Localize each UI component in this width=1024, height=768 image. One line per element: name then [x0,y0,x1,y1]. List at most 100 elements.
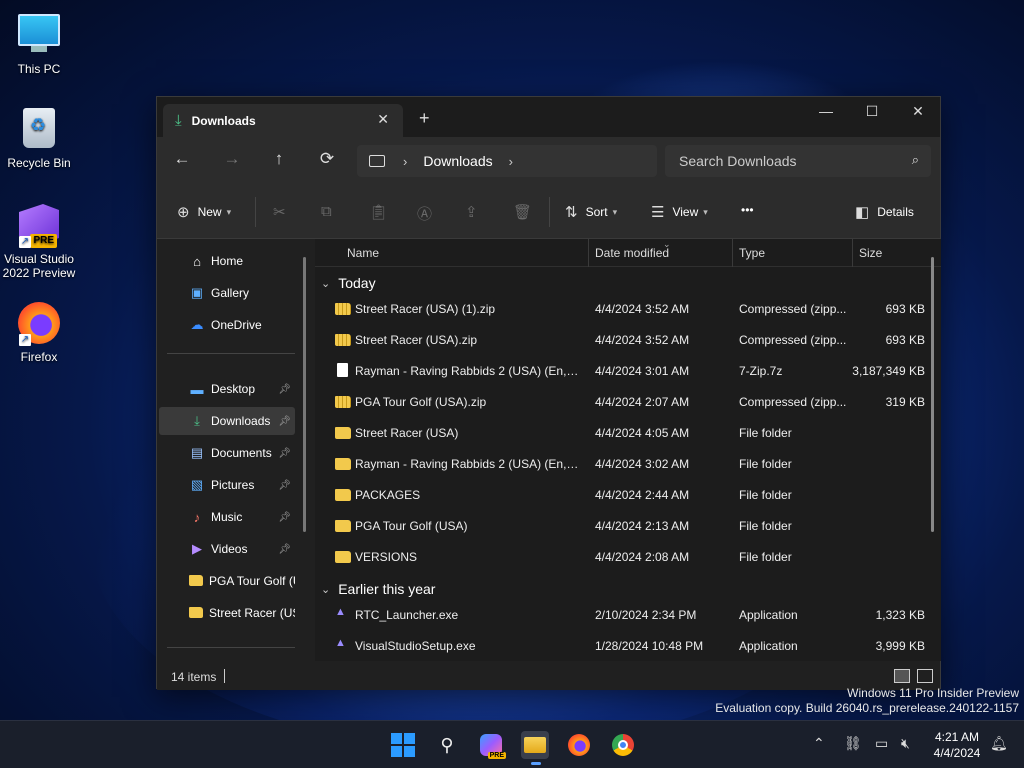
file-row[interactable]: PGA Tour Golf (USA).zip 4/4/2024 2:07 AM C… [315,388,927,416]
column-header-name[interactable]: Name [347,246,379,260]
back-button[interactable]: ← [171,149,193,169]
up-button[interactable]: ↑ [268,149,290,169]
close-tab-icon[interactable]: ✕ [377,111,389,128]
column-header-type[interactable]: Type [739,246,765,260]
paste-button[interactable]: 📋︎ [369,203,396,221]
chrome-icon [612,734,634,756]
navigation-bar: ← → ↑ ⟳ › Downloads › Search Downloads ⌕ [157,137,940,185]
chevron-right-icon[interactable]: › [509,154,513,169]
file-row[interactable]: PGA Tour Golf (USA) 4/4/2024 2:13 AM File … [315,512,927,540]
file-row[interactable]: Street Racer (USA) 4/4/2024 4:05 AM File f… [315,419,927,447]
file-type: File folder [739,519,792,533]
search-input[interactable]: Search Downloads ⌕ [665,145,931,177]
volume-muted-icon[interactable]: 🔇︎ [901,735,910,752]
copilot-button[interactable]: PRE [477,731,506,759]
share-button[interactable]: ⇪ [465,203,486,221]
firefox-taskbar-button[interactable] [565,731,593,759]
sidebar-item-downloads[interactable]: ⤓ Downloads 📌︎ [159,407,295,435]
forward-button[interactable]: → [221,149,243,169]
firefox-icon: ↗ [17,302,61,346]
watermark-line-2: Evaluation copy. Build 26040.rs_prerelea… [715,701,1019,715]
network-icon[interactable]: ⛓︎ [844,735,862,752]
sort-button[interactable]: ⇅ Sort ▾ [565,203,617,221]
sidebar-item-pictures[interactable]: ▧ Pictures 📌︎ [159,471,295,499]
file-row[interactable]: Rayman - Raving Rabbids 2 (USA) (En,Fr,.… [315,357,927,385]
file-name: Street Racer (USA) (1).zip [355,302,496,316]
desktop-icon-this-pc[interactable]: This PC [0,10,78,76]
new-button[interactable]: ⊕ New ▾ [177,203,231,221]
more-options-button[interactable]: ••• [741,203,754,217]
zip-folder-icon [335,303,351,315]
sidebar-item-videos[interactable]: ▶ Videos 📌︎ [159,535,295,563]
sidebar-item-documents[interactable]: ▤ Documents 📌︎ [159,439,295,467]
title-bar[interactable]: ⤓ Downloads ✕ + — ☐ ✕ [157,97,940,137]
sidebar-item-desktop[interactable]: ▬ Desktop 📌︎ [159,375,295,403]
close-button[interactable]: ✕ [895,103,941,120]
chevron-right-icon[interactable]: › [403,154,407,169]
new-tab-button[interactable]: + [419,108,430,129]
file-explorer-taskbar-button[interactable] [521,731,549,765]
group-header-earlier-this-year[interactable]: ⌄ Earlier this year [321,581,435,597]
column-header-date[interactable]: Date modified [595,246,669,260]
details-pane-button[interactable]: ◧ Details [855,203,914,221]
column-divider[interactable] [732,239,733,267]
clock[interactable]: 4:21 AM 4/4/2024 [928,729,986,761]
view-button[interactable]: ☰ View ▾ [651,203,708,221]
divider [255,197,256,227]
delete-button[interactable]: 🗑︎ [513,203,540,221]
search-taskbar-button[interactable]: ⚲ [433,731,461,759]
chrome-taskbar-button[interactable] [609,731,637,759]
sidebar-item-street-racer[interactable]: Street Racer (USA) [159,599,295,627]
copilot-icon: PRE [480,734,506,759]
refresh-button[interactable]: ⟳ [316,149,338,169]
sidebar-item-onedrive[interactable]: › ☁ OneDrive [159,311,295,339]
file-row[interactable]: ▲ RTC_Launcher.exe 2/10/2024 2:34 PM Applic… [315,601,927,629]
show-hidden-icons-button[interactable]: ⌃ [813,735,825,752]
file-row[interactable]: ▲ VisualStudioSetup.exe 1/28/2024 10:48 PM… [315,632,927,660]
desktop-icon-firefox[interactable]: ↗ Firefox [0,302,78,364]
tab-downloads[interactable]: ⤓ Downloads ✕ [163,104,403,137]
file-row[interactable]: PACKAGES 4/4/2024 2:44 AM File folder [315,481,927,509]
breadcrumb-downloads[interactable]: Downloads [423,153,492,169]
file-type: Compressed (zipp... [739,302,847,316]
file-list-scrollbar[interactable] [931,257,934,532]
column-divider[interactable] [852,239,853,267]
group-header-today[interactable]: ⌄ Today [321,275,376,291]
details-view-button[interactable] [894,669,910,683]
file-name: PGA Tour Golf (USA).zip [355,395,487,409]
start-button[interactable] [389,731,417,759]
tiles-view-button[interactable] [917,669,933,683]
file-row[interactable]: Street Racer (USA).zip 4/4/2024 3:52 AM Co… [315,326,927,354]
column-divider[interactable] [588,239,589,267]
file-list: Name Date modified ⌄ Type Size ⌄ Today S… [315,239,941,661]
file-row[interactable]: VERSIONS 4/4/2024 2:08 AM File folder [315,543,927,571]
sidebar-item-label: Music [211,510,243,524]
sidebar-item-pga-tour-golf[interactable]: PGA Tour Golf (USA) [159,567,295,595]
sidebar-item-gallery[interactable]: ▣ Gallery [159,279,295,307]
pre-badge: PRE [30,234,57,248]
address-bar[interactable]: › Downloads › [357,145,657,177]
cut-button[interactable]: ✂ [273,203,294,221]
file-row[interactable]: Street Racer (USA) (1).zip 4/4/2024 3:52 … [315,295,927,323]
file-date: 2/10/2024 2:34 PM [595,608,697,622]
desktop-icon-visual-studio[interactable]: PRE ↗ Visual Studio 2022 Preview [0,204,78,280]
sidebar-item-music[interactable]: ♪ Music 📌︎ [159,503,295,531]
nav-pane-scrollbar[interactable] [303,257,306,532]
file-type: File folder [739,550,792,564]
file-size: 693 KB [885,333,925,347]
notifications-bell-icon[interactable]: 🔔︎ [990,735,1008,752]
file-row[interactable]: Rayman - Raving Rabbids 2 (USA) (En,Fr,.… [315,450,927,478]
file-date: 4/4/2024 3:52 AM [595,333,690,347]
display-icon[interactable]: ▭ [875,735,888,752]
minimize-button[interactable]: — [803,103,849,119]
rename-button[interactable]: Ⓐ [417,203,440,224]
music-icon: ♪ [193,509,201,525]
desktop-icon-label: Visual Studio 2022 Preview [2,252,76,280]
maximize-button[interactable]: ☐ [849,103,895,120]
zip-folder-icon [335,334,351,346]
file-name: VERSIONS [355,550,418,564]
copy-button[interactable]: ⧉ [321,203,340,220]
column-header-size[interactable]: Size [859,246,882,260]
desktop-icon-recycle-bin[interactable]: Recycle Bin [0,106,78,170]
sidebar-item-home[interactable]: ⌂ Home [159,247,295,275]
